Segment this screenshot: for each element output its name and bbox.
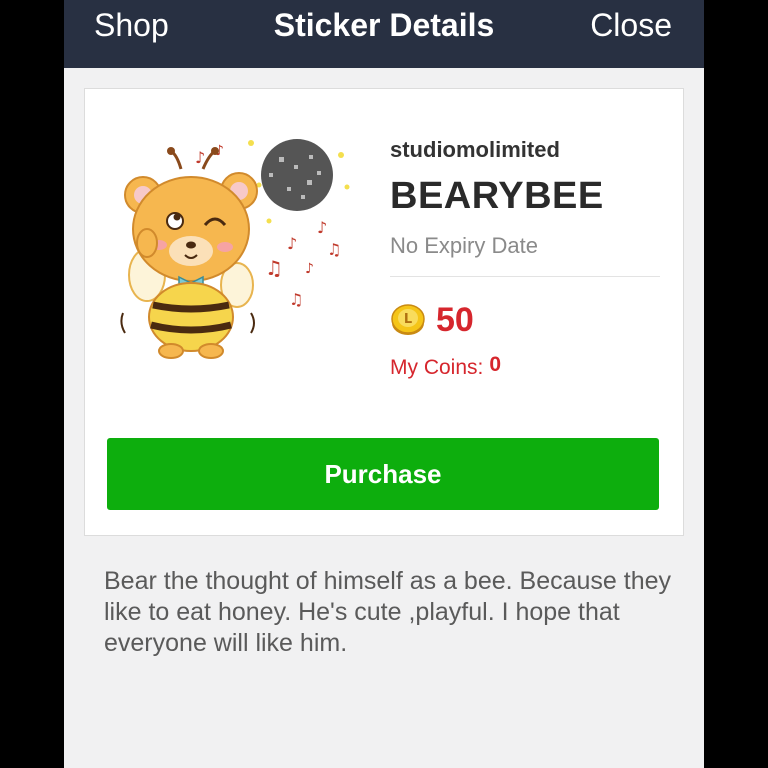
sticker-card: ♪ ♪ ♫ ♪ ♪ ♫ ♪ ♫ studiomolimited BEARYBEE… xyxy=(84,88,684,536)
sticker-description: Bear the thought of himself as a bee. Be… xyxy=(104,567,672,657)
svg-text:♫: ♫ xyxy=(265,256,283,280)
divider xyxy=(390,276,660,277)
svg-text:♫: ♫ xyxy=(289,290,303,309)
sticker-name: BEARYBEE xyxy=(390,175,604,217)
shop-button[interactable]: Shop xyxy=(94,6,169,44)
line-coin-icon: L xyxy=(391,304,425,335)
svg-text:♪: ♪ xyxy=(287,234,297,253)
my-coins-value: 0 xyxy=(489,353,502,376)
expiry-text: No Expiry Date xyxy=(390,233,538,258)
bear-bee-sticker-image: ♪ ♪ ♫ ♪ ♪ ♫ ♪ ♫ xyxy=(120,139,350,359)
my-coins: My Coins: 0 xyxy=(390,353,502,380)
purchase-button[interactable]: Purchase xyxy=(107,438,659,510)
close-button[interactable]: Close xyxy=(590,6,672,44)
my-coins-label: My Coins: xyxy=(390,356,484,379)
svg-text:♪: ♪ xyxy=(305,261,314,277)
svg-text:L: L xyxy=(404,312,412,327)
sticker-details-screen: Shop Sticker Details Close ♪ ♪ ♫ ♪ ♪ ♫ ♪… xyxy=(64,0,704,768)
navigation-bar: Shop Sticker Details Close xyxy=(64,0,704,68)
svg-text:♫: ♫ xyxy=(327,240,341,259)
price: 50 xyxy=(436,301,474,339)
svg-text:♪: ♪ xyxy=(317,218,327,237)
sticker-author[interactable]: studiomolimited xyxy=(390,137,560,163)
